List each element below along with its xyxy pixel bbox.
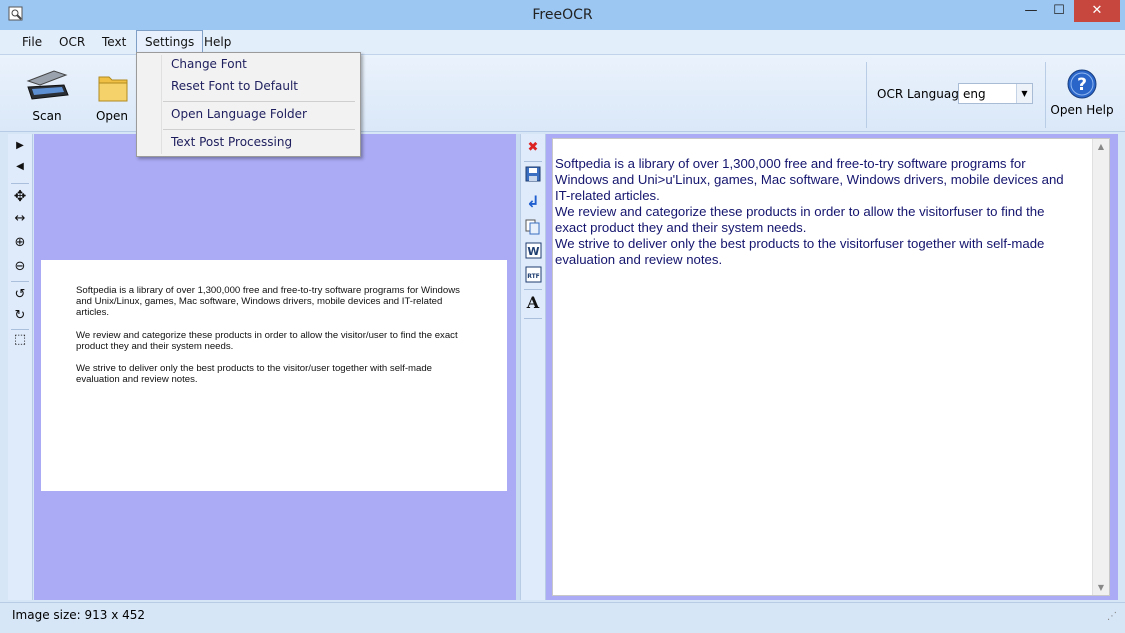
settings-dropdown-menu: Change Font Reset Font to Default Open L… — [136, 52, 361, 157]
toolbar-separator — [1045, 62, 1046, 128]
return-icon[interactable]: ↲ — [521, 192, 545, 211]
maximize-button[interactable]: ☐ — [1046, 0, 1072, 22]
ocr-language-label: OCR Language: — [877, 87, 971, 101]
fit-width-icon[interactable]: ↔ — [8, 211, 32, 226]
scroll-up-icon[interactable]: ▲ — [1093, 142, 1109, 151]
open-help-label: Open Help — [1050, 103, 1114, 117]
rotate-right-icon[interactable]: ↻ — [8, 308, 32, 323]
image-paragraph: Softpedia is a library of over 1,300,000… — [76, 285, 460, 319]
menu-ocr[interactable]: OCR — [51, 30, 93, 54]
svg-text:?: ? — [1077, 75, 1087, 95]
window-title: FreeOCR — [532, 7, 593, 23]
scanned-image-text: Softpedia is a library of over 1,300,000… — [76, 285, 476, 396]
status-bar: Image size: 913 x 452 ⋰ — [0, 602, 1125, 633]
tools-separator — [524, 318, 542, 319]
menu-item-reset-font[interactable]: Reset Font to Default — [171, 79, 298, 93]
scanned-image: Softpedia is a library of over 1,300,000… — [41, 260, 507, 491]
zoom-in-icon[interactable]: ⊕ — [8, 235, 32, 250]
ocr-text-area[interactable]: Softpedia is a library of over 1,300,000… — [552, 138, 1110, 596]
copy-icon[interactable] — [521, 218, 545, 236]
tools-separator — [524, 289, 542, 290]
menu-separator — [163, 129, 355, 130]
folder-icon — [97, 69, 129, 103]
word-export-icon[interactable]: W — [521, 242, 545, 260]
menu-item-change-font[interactable]: Change Font — [171, 57, 247, 71]
select-area-icon[interactable]: ⬚ — [8, 332, 32, 347]
vertical-scrollbar[interactable]: ▲ ▼ — [1092, 139, 1109, 595]
scanner-icon — [24, 67, 70, 107]
rotate-left-icon[interactable]: ↺ — [8, 287, 32, 302]
menu-item-text-post-processing[interactable]: Text Post Processing — [171, 135, 292, 149]
minimize-button[interactable]: — — [1018, 0, 1044, 22]
image-paragraph: We review and categorize these products … — [76, 329, 458, 352]
menu-gutter — [161, 55, 162, 154]
toolbar-separator — [866, 62, 867, 128]
menu-text[interactable]: Text — [94, 30, 134, 54]
scan-label: Scan — [32, 109, 62, 123]
svg-text:RTF: RTF — [527, 273, 540, 280]
svg-text:W: W — [527, 245, 539, 258]
open-help-button[interactable]: ? Open Help — [1050, 59, 1114, 125]
image-tools-bar: ▶ ◀ ✥ ↔ ⊕ ⊖ ↺ ↻ ⬚ — [8, 134, 33, 600]
image-paragraph: We strive to deliver only the best produ… — [76, 363, 433, 386]
tools-separator — [11, 183, 29, 184]
next-page-icon[interactable]: ▶ — [8, 140, 32, 151]
ocr-text[interactable]: Softpedia is a library of over 1,300,000… — [555, 156, 1075, 268]
menu-file[interactable]: File — [14, 30, 50, 54]
close-button[interactable]: ✕ — [1074, 0, 1120, 22]
open-label: Open — [95, 109, 129, 123]
clear-icon[interactable]: ✖ — [521, 140, 545, 155]
menu-separator — [163, 101, 355, 102]
menu-help[interactable]: Help — [196, 30, 239, 54]
title-bar: FreeOCR — ☐ ✕ — [0, 0, 1125, 30]
tools-separator — [11, 329, 29, 330]
scroll-down-icon[interactable]: ▼ — [1093, 583, 1109, 592]
move-icon[interactable]: ✥ — [8, 187, 32, 205]
resize-grip-icon[interactable]: ⋰ — [1107, 611, 1117, 622]
tools-separator — [524, 161, 542, 162]
menu-settings[interactable]: Settings — [136, 30, 204, 54]
previous-page-icon[interactable]: ◀ — [8, 161, 32, 172]
ocr-language-select[interactable]: eng ▼ — [958, 83, 1033, 104]
help-icon: ? — [1067, 69, 1097, 99]
text-tools-bar: ✖ ↲ W RTF A — [520, 134, 546, 600]
open-button[interactable]: Open — [86, 59, 138, 125]
rtf-export-icon[interactable]: RTF — [521, 266, 545, 284]
ocr-language-value: eng — [963, 87, 986, 101]
tools-separator — [11, 281, 29, 282]
save-icon[interactable] — [521, 165, 545, 183]
image-size-status: Image size: 913 x 452 — [12, 608, 146, 622]
font-icon[interactable]: A — [521, 293, 545, 312]
chevron-down-icon[interactable]: ▼ — [1016, 84, 1032, 103]
zoom-out-icon[interactable]: ⊖ — [8, 259, 32, 274]
scan-button[interactable]: Scan — [14, 59, 80, 125]
menu-item-open-language-folder[interactable]: Open Language Folder — [171, 107, 307, 121]
